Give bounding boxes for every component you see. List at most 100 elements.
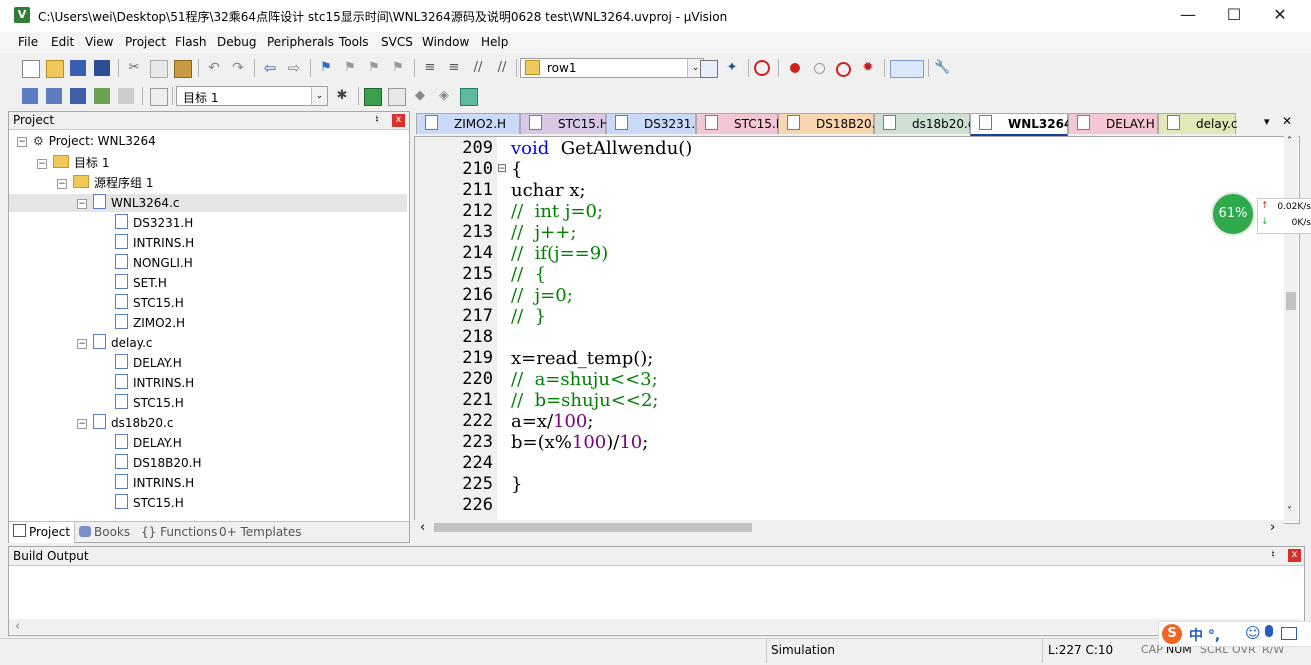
menu-help[interactable]: Help (481, 35, 508, 49)
tree-dependency[interactable]: STC15.H (115, 394, 184, 412)
collapse-icon[interactable]: − (57, 179, 67, 189)
incremental-find-icon[interactable]: ✦ (724, 60, 740, 76)
editor-horizontal-scrollbar[interactable]: ‹ › (414, 520, 1284, 535)
pin-icon[interactable]: ♮ (375, 113, 379, 126)
tree-dependency[interactable]: DELAY.H (115, 354, 182, 372)
close-panel-icon[interactable]: x (1288, 549, 1301, 562)
find-icon[interactable] (700, 60, 718, 78)
rebuild-icon[interactable] (70, 88, 86, 104)
bookmark-clear-icon[interactable]: ⚑ (390, 60, 406, 76)
build-icon[interactable] (46, 88, 62, 104)
tree-root-project[interactable]: − ⚙ Project: WNL3264 (17, 134, 156, 152)
copy-icon[interactable] (150, 60, 168, 78)
build-output-hscroll[interactable]: ‹ › (9, 619, 1302, 634)
collapse-icon[interactable]: − (77, 199, 87, 209)
paste-icon[interactable] (174, 60, 192, 78)
scroll-up-icon[interactable]: ˄ (1287, 136, 1292, 147)
tree-dependency[interactable]: INTRINS.H (115, 374, 194, 392)
collapse-icon[interactable]: − (37, 159, 47, 169)
menu-tools[interactable]: Tools (339, 35, 369, 49)
collapse-icon[interactable]: − (77, 419, 87, 429)
pin-icon[interactable]: ♮ (1271, 548, 1275, 561)
tab-list-icon[interactable]: ▾ (1264, 115, 1270, 128)
menu-file[interactable]: File (18, 35, 38, 49)
target-combo[interactable]: 目标 1 ⌄ (176, 86, 328, 106)
bookmark-prev-icon[interactable]: ⚑ (342, 60, 358, 76)
minimize-button[interactable]: — (1165, 0, 1211, 32)
menu-peripherals[interactable]: Peripherals (267, 35, 334, 49)
software-packs-icon[interactable] (460, 88, 478, 106)
menu-svcs[interactable]: SVCS (381, 35, 413, 49)
menu-edit[interactable]: Edit (51, 35, 74, 49)
menu-debug[interactable]: Debug (217, 35, 256, 49)
comment-icon[interactable]: // (470, 60, 486, 76)
menu-project[interactable]: Project (125, 35, 166, 49)
tab-delay-c[interactable]: delay.c (1158, 113, 1238, 134)
breakpoint-kill-all-icon[interactable]: ✹ (860, 60, 876, 76)
uncomment-icon[interactable]: // (494, 60, 510, 76)
scroll-down-icon[interactable]: ˅ (1287, 506, 1292, 517)
keyboard-icon[interactable] (1281, 627, 1297, 640)
code-editor[interactable]: 209 210 211 212 213 214 215 216 217 218 … (414, 136, 1300, 524)
maximize-button[interactable]: ☐ (1211, 0, 1257, 32)
tree-file-selected[interactable]: − WNL3264.c (9, 194, 407, 212)
tab-ds3231-h[interactable]: DS3231.H (606, 113, 704, 134)
tab-ds18b20-h[interactable]: DS18B20.H (778, 113, 884, 134)
scroll-left-icon[interactable]: ‹ (420, 520, 425, 535)
tree-dependency[interactable]: SET.H (115, 274, 167, 292)
breakpoint-insert-icon[interactable] (790, 63, 800, 73)
save-icon[interactable] (70, 60, 86, 76)
tab-project[interactable]: Project (9, 522, 76, 543)
menu-view[interactable]: View (85, 35, 113, 49)
chevron-down-icon[interactable]: ⌄ (311, 87, 327, 105)
emoji-icon[interactable]: ☺ (1245, 624, 1261, 642)
close-panel-icon[interactable]: x (392, 114, 405, 127)
window-layout-icon[interactable] (890, 60, 924, 78)
menu-flash[interactable]: Flash (175, 35, 206, 49)
bookmark-toggle-icon[interactable]: ⚑ (318, 60, 334, 76)
tree-file[interactable]: − delay.c (77, 334, 153, 352)
ime-language[interactable]: 中 °, (1189, 625, 1220, 645)
translate-icon[interactable] (22, 88, 38, 104)
tree-dependency[interactable]: NONGLI.H (115, 254, 193, 272)
tab-stc15-h-2[interactable]: STC15.H (696, 113, 785, 134)
tree-file[interactable]: − ds18b20.c (77, 414, 173, 432)
breakpoint-disable-icon[interactable] (814, 63, 825, 74)
scroll-right-icon[interactable]: › (1270, 520, 1275, 535)
tab-stc15-h[interactable]: STC15.H (520, 113, 609, 134)
pack-installer-icon[interactable]: ◈ (436, 88, 452, 104)
find-combo[interactable]: row1 ⌄ (520, 58, 704, 78)
sogou-s-icon[interactable]: S (1162, 624, 1182, 644)
undo-icon[interactable]: ↶ (206, 60, 222, 76)
tree-dependency[interactable]: STC15.H (115, 294, 184, 312)
fold-marker-icon[interactable]: ⊟ (497, 161, 507, 175)
vertical-scroll-thumb[interactable] (1286, 292, 1296, 310)
network-speed-widget[interactable]: 61% ↑ 0.02K/s ↓ 0K/s (1211, 192, 1311, 236)
close-tab-icon[interactable]: ✕ (1282, 114, 1292, 128)
close-button[interactable]: ✕ (1257, 0, 1303, 32)
tab-templates[interactable]: 0+ Templates (219, 525, 302, 539)
stop-build-icon[interactable] (118, 88, 134, 104)
cut-icon[interactable]: ✂ (126, 60, 142, 76)
navigate-back-icon[interactable]: ⇦ (262, 60, 278, 76)
tab-ds18b20-c[interactable]: ds18b20.c (874, 113, 974, 134)
tree-group[interactable]: − 源程序组 1 (57, 174, 153, 192)
tree-dependency[interactable]: INTRINS.H (115, 234, 194, 252)
tree-dependency[interactable]: DS18B20.H (115, 454, 201, 472)
tree-dependency[interactable]: INTRINS.H (115, 474, 194, 492)
ime-toolbar[interactable]: S 中 °, ☺ (1158, 621, 1311, 647)
horizontal-scroll-thumb[interactable] (434, 523, 752, 532)
menu-window[interactable]: Window (422, 35, 469, 49)
tree-dependency[interactable]: DS3231.H (115, 214, 193, 232)
manage-rte-icon[interactable] (388, 88, 406, 106)
new-file-icon[interactable] (22, 60, 40, 78)
batch-build-icon[interactable] (94, 88, 110, 104)
breakpoint-disable-all-icon[interactable] (836, 62, 851, 77)
tab-zimo2-h[interactable]: ZIMO2.H (416, 113, 520, 134)
tree-dependency[interactable]: ZIMO2.H (115, 314, 185, 332)
save-all-icon[interactable] (94, 60, 110, 76)
configure-icon[interactable]: 🔧 (934, 60, 950, 76)
tab-functions[interactable]: {} Functions (141, 525, 217, 539)
tab-books[interactable]: Books (79, 525, 130, 539)
collapse-icon[interactable]: − (77, 339, 87, 349)
